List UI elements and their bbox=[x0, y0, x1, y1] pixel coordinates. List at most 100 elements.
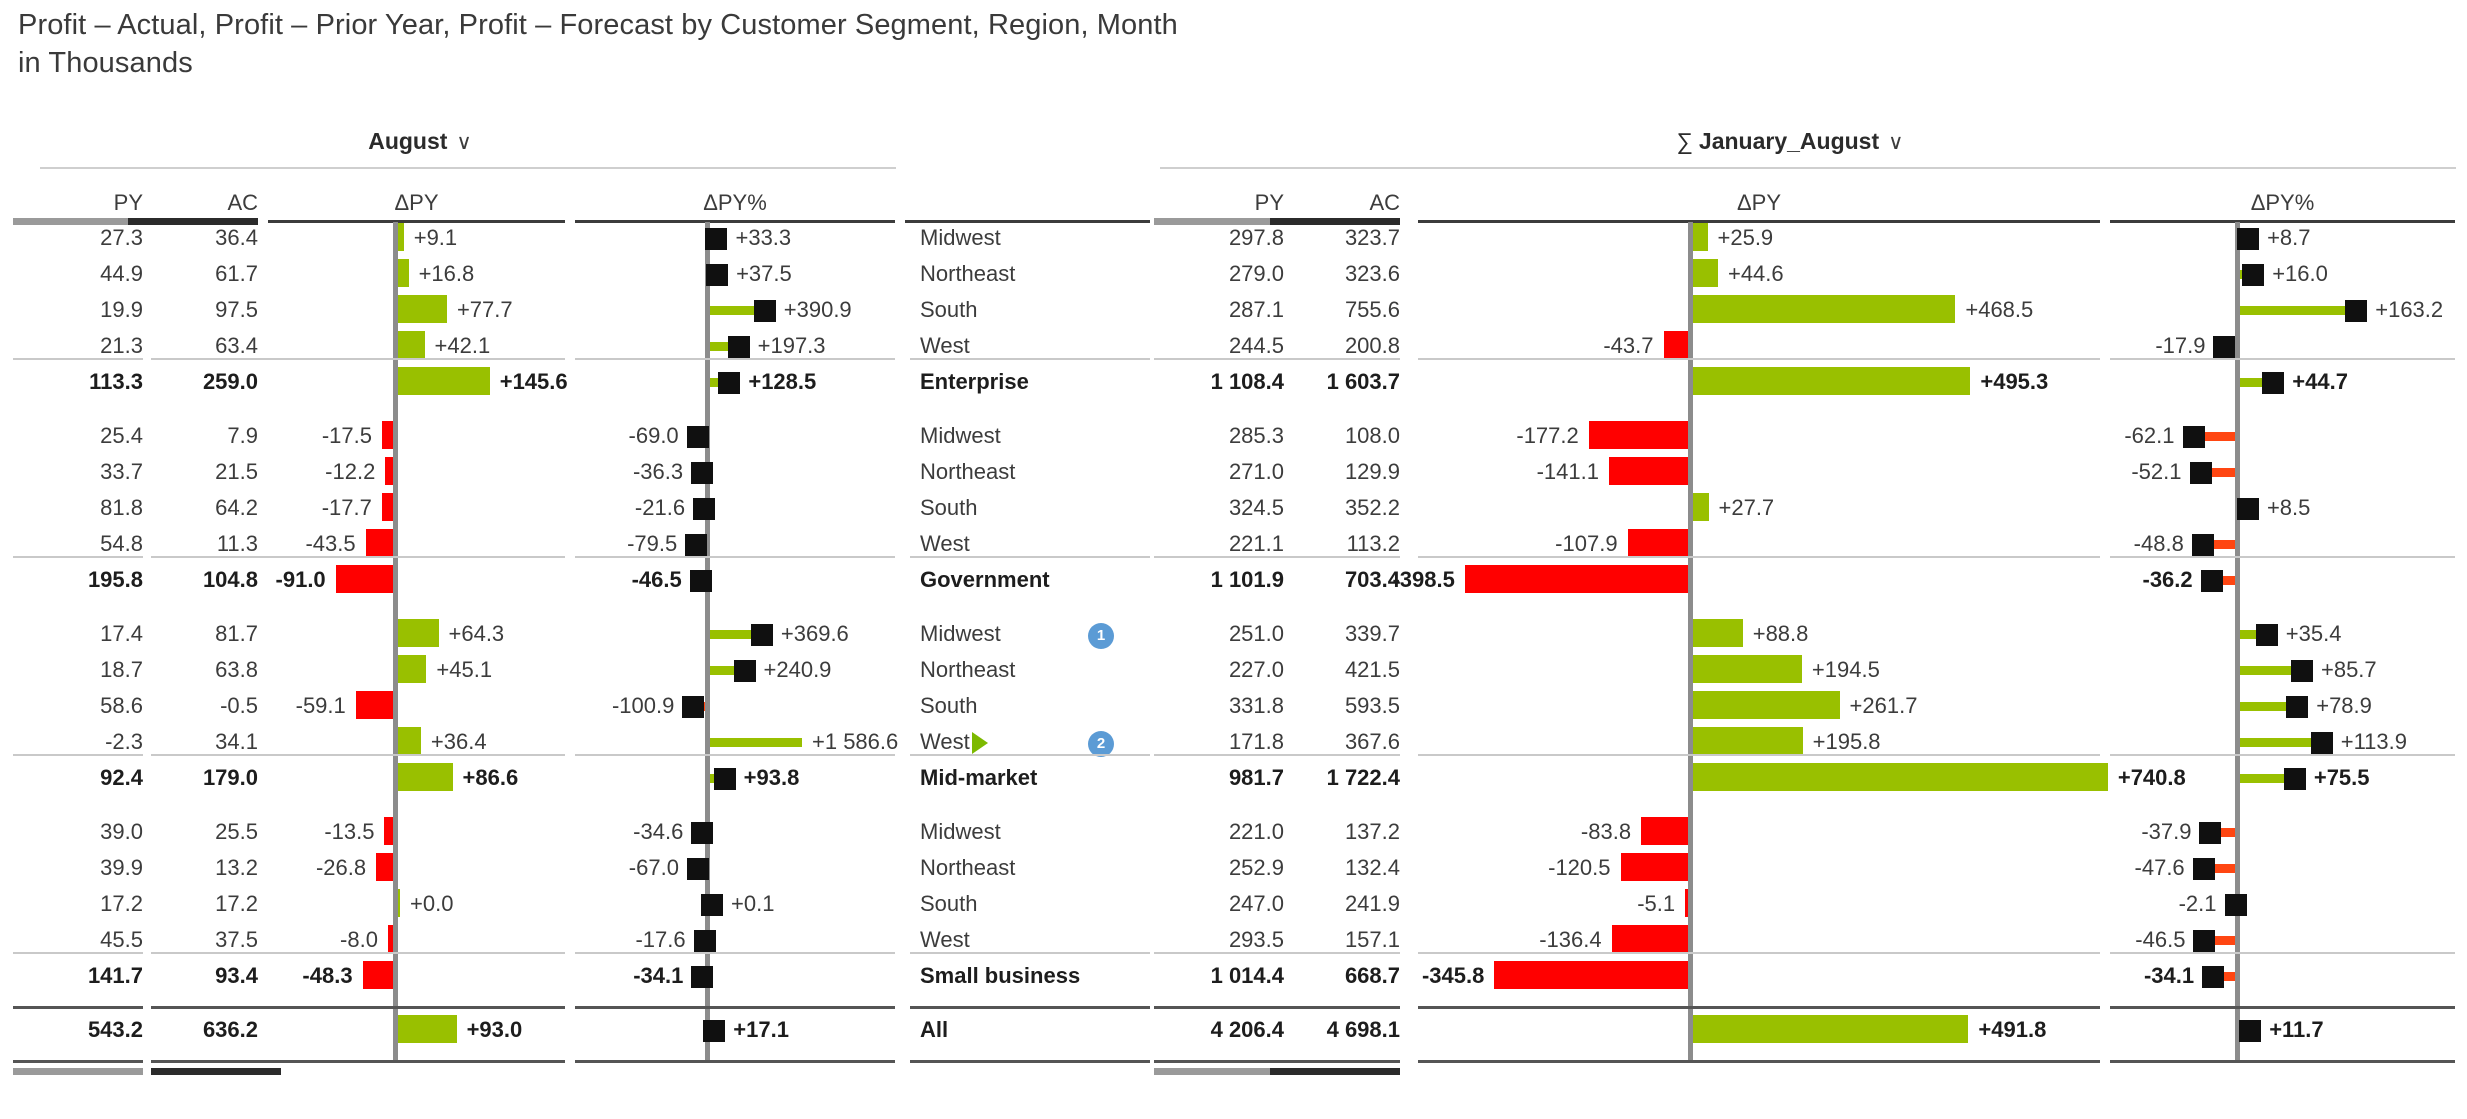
table-row-aug-dpypct-label: -17.6 bbox=[635, 927, 686, 952]
table-row-ytd-dpypct-marker bbox=[2242, 264, 2265, 286]
table-row-ytd-dpy-bar bbox=[1693, 727, 1803, 755]
row-separator bbox=[13, 1006, 143, 1009]
table-row-ytd-dpypct-marker bbox=[2310, 732, 2333, 754]
table-row-aug-dpypct-marker bbox=[753, 300, 776, 322]
table-row-aug-ac: 97.5 bbox=[215, 297, 258, 322]
table-row-ytd-dpy-label: +88.8 bbox=[1752, 621, 1809, 646]
group-total-row-ytd-dpy-bar bbox=[1693, 763, 2108, 791]
table-row-ytd-dpypct-marker bbox=[2255, 624, 2278, 646]
row-separator bbox=[13, 556, 143, 558]
left-py-footer-bar bbox=[13, 1068, 143, 1075]
group-total-row-ytd-dpy-label: -345.8 bbox=[1421, 963, 1485, 988]
period-header-january-august[interactable]: ∑ January_August ∨ bbox=[1530, 128, 2050, 155]
table-row-ytd-dpy-label: -136.4 bbox=[1539, 927, 1602, 952]
table-row-ytd-ac: 339.7 bbox=[1344, 621, 1400, 646]
table-row-ytd-ac: 421.5 bbox=[1344, 657, 1400, 682]
footer-rule bbox=[268, 1060, 565, 1063]
row-separator bbox=[268, 952, 565, 954]
table-row-ytd-dpypct-marker bbox=[2224, 894, 2247, 916]
chevron-down-icon[interactable]: ∨ bbox=[456, 131, 471, 154]
table-row-ytd-dpy-bar bbox=[1641, 817, 1688, 845]
table-row-ytd-dpypct-bar bbox=[2240, 306, 2355, 315]
table-row-aug-dpypct-label: -67.0 bbox=[628, 855, 679, 880]
grand-total-row-ytd-dpy-bar bbox=[1693, 1015, 1969, 1043]
table-row-aug-ac: 81.7 bbox=[215, 621, 258, 646]
table-row-ytd-dpypct-marker bbox=[2236, 498, 2259, 520]
table-row-ytd-dpy-bar bbox=[1693, 655, 1802, 683]
sum-sigma-icon: ∑ bbox=[1676, 128, 1693, 154]
table-row-ytd-ac: 755.6 bbox=[1344, 297, 1400, 322]
period-header-august[interactable]: August ∨ bbox=[160, 128, 680, 155]
panel-rule-left bbox=[40, 167, 896, 169]
table-row-ytd-dpy-label: -43.7 bbox=[1603, 333, 1654, 358]
table-row-ytd-dpy-bar bbox=[1693, 259, 1718, 287]
group-total-row-ytd-dpy-bar bbox=[1494, 961, 1688, 989]
table-row-aug-dpy-bar bbox=[398, 295, 447, 323]
table-row-aug-dpy-bar bbox=[398, 889, 400, 917]
right-py-header-underline bbox=[1154, 218, 1284, 225]
group-total-row-ytd-dpypct-marker bbox=[2200, 570, 2223, 592]
right-column-header-ac: AC bbox=[1369, 190, 1400, 215]
table-row-aug-dpypct-marker bbox=[693, 498, 716, 520]
table-row-aug-ac: 63.8 bbox=[215, 657, 258, 682]
table-row-ytd-dpypct-marker bbox=[2191, 534, 2214, 556]
table-row-ytd-dpypct-label: -17.9 bbox=[2155, 333, 2206, 358]
footer-rule bbox=[1270, 1060, 1400, 1063]
table-row-ytd-dpy-bar bbox=[1663, 331, 1688, 359]
segment-label-header-rule bbox=[905, 220, 1150, 223]
table-row-ytd-ac: 323.6 bbox=[1344, 261, 1400, 286]
right-dpy-header-rule bbox=[1418, 220, 2100, 223]
table-row-ytd-dpypct-marker bbox=[2290, 660, 2313, 682]
row-separator bbox=[575, 754, 895, 756]
table-row-ytd-dpypct-label: +85.7 bbox=[2320, 657, 2377, 682]
table-row-ytd-dpy-bar bbox=[1620, 853, 1688, 881]
right-ac-footer-bar bbox=[1270, 1068, 1400, 1075]
table-row-aug-ac: 61.7 bbox=[215, 261, 258, 286]
row-separator bbox=[1270, 358, 1400, 360]
table-row-ytd-dpypct-label: -2.1 bbox=[2178, 891, 2217, 916]
table-row-ytd-dpy-label: -107.9 bbox=[1555, 531, 1618, 556]
table-row-ytd-dpypct-label: +8.5 bbox=[2266, 495, 2311, 520]
row-separator bbox=[268, 754, 565, 756]
table-row-aug-dpypct-label: -69.0 bbox=[628, 423, 679, 448]
table-row-ytd-ac: 352.2 bbox=[1344, 495, 1400, 520]
group-total-row-ytd-dpypct-label: +75.5 bbox=[2313, 765, 2370, 790]
row-separator bbox=[1270, 1006, 1400, 1009]
table-row-aug-dpypct-bar bbox=[710, 738, 802, 747]
group-total-row-aug-dpypct-marker bbox=[713, 768, 736, 790]
table-row-aug-dpypct-label: +33.3 bbox=[735, 225, 792, 250]
group-total-row-ytd-ac: 1 722.4 bbox=[1326, 765, 1400, 790]
table-row-ytd-dpy-label: -120.5 bbox=[1548, 855, 1611, 880]
table-row-aug-dpypct-label: +197.3 bbox=[757, 333, 826, 358]
table-row-aug-ac: 36.4 bbox=[215, 225, 258, 250]
group-total-row-aug-dpypct-marker bbox=[689, 570, 712, 592]
table-row-aug-dpy-bar bbox=[398, 619, 439, 647]
chevron-down-icon[interactable]: ∨ bbox=[1888, 131, 1903, 154]
table-row-aug-dpypct-marker bbox=[691, 462, 714, 484]
left-column-header-dpypct: ΔPY% bbox=[703, 190, 767, 215]
table-row-ytd-dpypct-bar bbox=[2240, 738, 2320, 747]
group-total-row-aug-dpy-label: -91.0 bbox=[275, 567, 326, 592]
table-row-ytd-dpy-label: -141.1 bbox=[1536, 459, 1599, 484]
variance-dashboard: Profit – Actual, Profit – Prior Year, Pr… bbox=[0, 0, 2467, 1119]
row-separator bbox=[910, 556, 1150, 558]
left-dpy-header-rule bbox=[268, 220, 565, 223]
row-separator bbox=[910, 1006, 1150, 1009]
table-row-ytd-dpy-label: +44.6 bbox=[1727, 261, 1784, 286]
footer-rule bbox=[575, 1060, 895, 1063]
row-separator bbox=[13, 754, 143, 756]
table-row-aug-dpypct-label: +1 586.6 bbox=[812, 729, 899, 754]
row-separator bbox=[1418, 754, 2100, 756]
footer-rule bbox=[1154, 1060, 1284, 1063]
group-total-row-ytd-dpypct-label: +44.7 bbox=[2292, 369, 2348, 394]
table-row-ytd-dpy-label: +27.7 bbox=[1718, 495, 1775, 520]
right-ac-header-underline bbox=[1270, 218, 1400, 225]
group-total-row-aug-ac: 259.0 bbox=[202, 369, 258, 394]
group-total-row-ytd-dpy-bar bbox=[1464, 565, 1688, 593]
row-separator bbox=[151, 952, 281, 954]
table-row-ytd-dpypct-marker bbox=[2213, 336, 2236, 358]
group-total-row-ytd-dpypct-label: -36.2 bbox=[2142, 567, 2193, 592]
table-row-ytd-dpypct-label: +35.4 bbox=[2285, 621, 2342, 646]
right-column-header-dpy: ΔPY bbox=[1736, 190, 1782, 215]
right-column-header-dpypct: ΔPY% bbox=[2250, 190, 2315, 215]
